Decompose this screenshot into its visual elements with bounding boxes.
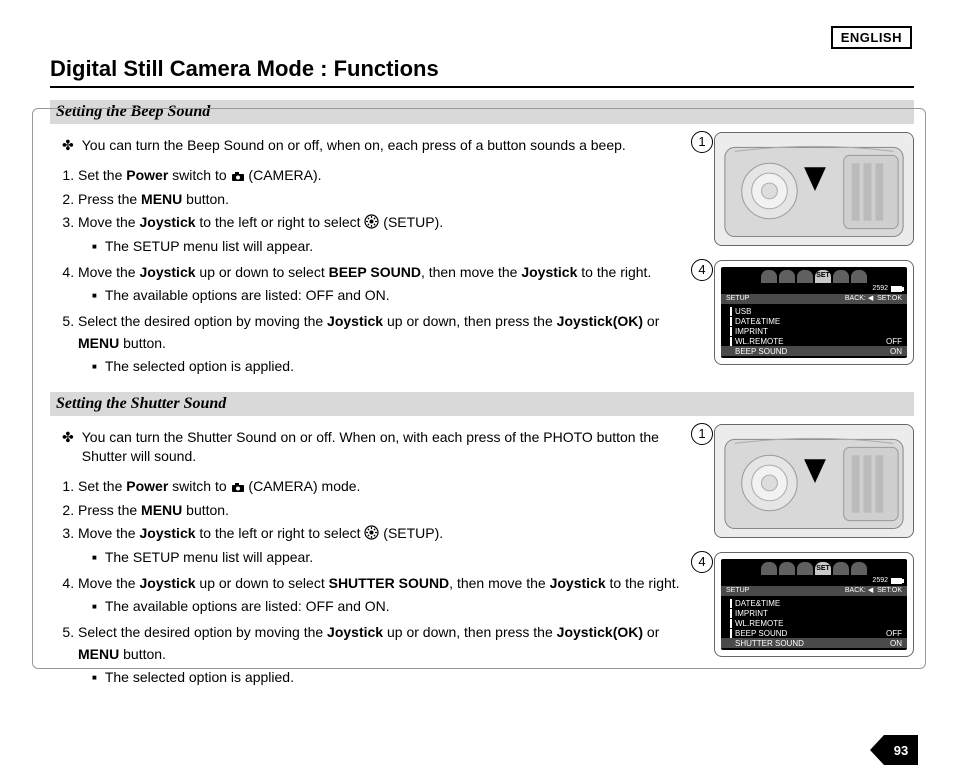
steps-list: Set the Power switch to (CAMERA). Press …	[50, 165, 698, 378]
section-header-beep: Setting the Beep Sound	[50, 100, 914, 124]
steps-list: Set the Power switch to (CAMERA) mode. P…	[50, 476, 698, 689]
figure-camera-2: 1	[714, 424, 914, 538]
figure-camera-1: 1	[714, 132, 914, 246]
section-body-shutter: ✤You can turn the Shutter Sound on or of…	[50, 424, 698, 693]
setup-icon	[364, 214, 379, 229]
figure-number: 1	[691, 423, 713, 445]
section-body-beep: ✤You can turn the Beep Sound on or off, …	[50, 132, 698, 382]
page-number: 93	[884, 735, 918, 765]
lcd-screen: SET 2592 SETUPBACK: ◀ SET:OK DATE&TIME I…	[721, 559, 907, 650]
page-title: Digital Still Camera Mode : Functions	[50, 56, 914, 88]
figure-number: 1	[691, 131, 713, 153]
section-header-shutter: Setting the Shutter Sound	[50, 392, 914, 416]
setup-icon	[364, 525, 379, 540]
figure-screen-1: 4 SET 2592 SETUPBACK: ◀ SET:OK USB DATE&…	[714, 260, 914, 365]
language-badge: ENGLISH	[831, 26, 912, 49]
figure-number: 4	[691, 551, 713, 573]
figure-number: 4	[691, 259, 713, 281]
camera-icon	[231, 482, 245, 493]
camera-icon	[231, 171, 245, 182]
lcd-screen: SET 2592 SETUPBACK: ◀ SET:OK USB DATE&TI…	[721, 267, 907, 358]
figure-screen-2: 4 SET 2592 SETUPBACK: ◀ SET:OK DATE&TIME…	[714, 552, 914, 657]
intro-text: You can turn the Shutter Sound on or off…	[82, 428, 698, 466]
intro-text: You can turn the Beep Sound on or off, w…	[82, 136, 626, 155]
